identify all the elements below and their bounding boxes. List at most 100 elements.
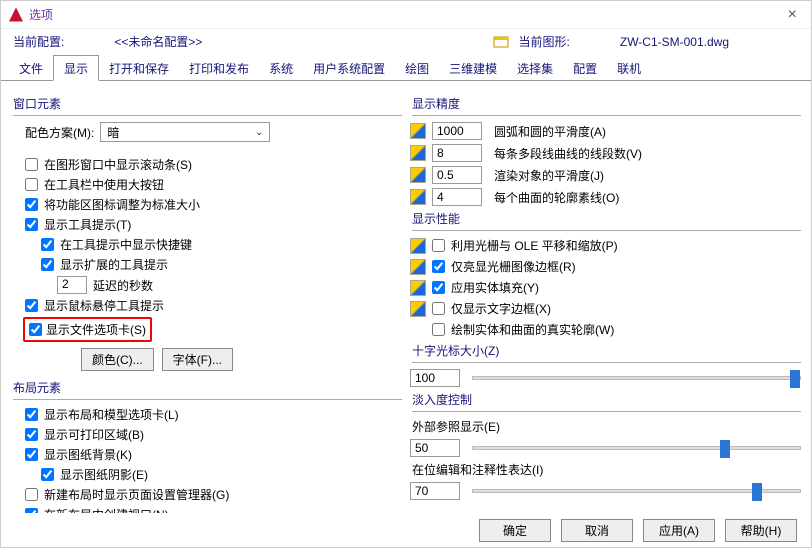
cb-shortcut-label: 在工具提示中显示快捷键 — [60, 236, 192, 253]
left-column: 窗口元素 配色方案(M): 暗 ⌄ 在图形窗口中显示滚动条(S) 在工具栏中使用… — [11, 91, 402, 526]
cb-silhouette-label: 绘制实体和曲面的真实轮廓(W) — [451, 321, 614, 338]
tab-profiles[interactable]: 配置 — [563, 56, 607, 80]
content-area: 窗口元素 配色方案(M): 暗 ⌄ 在图形窗口中显示滚动条(S) 在工具栏中使用… — [1, 81, 811, 536]
drawing-setting-icon — [410, 167, 426, 183]
arc-smooth-label: 圆弧和圆的平滑度(A) — [494, 123, 606, 140]
cb-layout[interactable] — [25, 408, 38, 421]
tab-3d[interactable]: 三维建模 — [439, 56, 507, 80]
cb-layout-label: 显示布局和模型选项卡(L) — [44, 406, 179, 423]
cb-panzoom-label: 利用光栅与 OLE 平移和缩放(P) — [451, 237, 618, 254]
contour-label: 每个曲面的轮廓素线(O) — [494, 189, 619, 206]
delay-label: 延迟的秒数 — [93, 277, 153, 294]
tab-online[interactable]: 联机 — [607, 56, 651, 80]
crosshair-slider[interactable] — [472, 376, 801, 380]
color-scheme-value: 暗 — [107, 124, 119, 141]
cb-printable-label: 显示可打印区域(B) — [44, 426, 144, 443]
drawing-setting-icon — [410, 301, 426, 317]
tab-user[interactable]: 用户系统配置 — [303, 56, 395, 80]
colors-button[interactable]: 颜色(C)... — [81, 348, 154, 371]
ok-button[interactable]: 确定 — [479, 519, 551, 542]
tab-system[interactable]: 系统 — [259, 56, 303, 80]
cb-paper-label: 显示图纸背景(K) — [44, 446, 132, 463]
xref-fade-label: 外部参照显示(E) — [412, 418, 801, 435]
drawing-setting-icon — [410, 238, 426, 254]
group-layout-elements: 布局元素 — [13, 379, 402, 400]
arc-smooth-input[interactable]: 1000 — [432, 122, 482, 140]
window-title: 选项 — [29, 6, 53, 23]
cb-filetabs[interactable] — [29, 323, 42, 336]
cb-exttips-label: 显示扩展的工具提示 — [60, 256, 168, 273]
titlebar: 选项 × — [1, 1, 811, 29]
cb-tooltips[interactable] — [25, 218, 38, 231]
cb-text-frame-label: 仅显示文字边框(X) — [451, 300, 551, 317]
color-scheme-label: 配色方案(M): — [25, 124, 94, 141]
drawing-setting-icon — [410, 189, 426, 205]
right-column: 显示精度 1000 圆弧和圆的平滑度(A) 8 每条多段线曲线的线段数(V) 0.5… — [410, 91, 801, 526]
close-icon[interactable]: × — [782, 4, 803, 26]
tab-files[interactable]: 文件 — [9, 56, 53, 80]
cb-shortcut[interactable] — [41, 238, 54, 251]
inplace-fade-input[interactable]: 70 — [410, 482, 460, 500]
cb-tooltips-label: 显示工具提示(T) — [44, 216, 131, 233]
tab-draft[interactable]: 绘图 — [395, 56, 439, 80]
contour-input[interactable]: 4 — [432, 188, 482, 206]
cb-filetabs-label: 显示文件选项卡(S) — [46, 321, 146, 338]
group-fade: 淡入度控制 — [412, 391, 801, 412]
cb-silhouette[interactable] — [432, 323, 445, 336]
cb-ribbonstd[interactable] — [25, 198, 38, 211]
drawing-setting-icon — [410, 123, 426, 139]
tab-plot[interactable]: 打印和发布 — [179, 56, 259, 80]
cb-raster-frame[interactable] — [432, 260, 445, 273]
group-display-perf: 显示性能 — [412, 210, 801, 231]
tab-strip: 文件 显示 打开和保存 打印和发布 系统 用户系统配置 绘图 三维建模 选择集 … — [1, 54, 811, 81]
polyline-seg-input[interactable]: 8 — [432, 144, 482, 162]
cb-exttips[interactable] — [41, 258, 54, 271]
cb-bigbtn[interactable] — [25, 178, 38, 191]
help-button[interactable]: 帮助(H) — [725, 519, 797, 542]
drawing-setting-icon — [410, 145, 426, 161]
color-scheme-combo[interactable]: 暗 ⌄ — [100, 122, 270, 142]
footer: 确定 取消 应用(A) 帮助(H) — [1, 513, 811, 547]
group-window-elements: 窗口元素 — [13, 95, 402, 116]
tab-select[interactable]: 选择集 — [507, 56, 563, 80]
drawing-setting-icon — [410, 259, 426, 275]
config-row: 当前配置: <<未命名配置>> 当前图形: ZW-C1-SM-001.dwg — [1, 29, 811, 54]
options-dialog: 选项 × 当前配置: <<未命名配置>> 当前图形: ZW-C1-SM-001.… — [0, 0, 812, 548]
cb-scrollbars-label: 在图形窗口中显示滚动条(S) — [44, 156, 192, 173]
cb-shadow[interactable] — [41, 468, 54, 481]
inplace-fade-label: 在位编辑和注释性表达(I) — [412, 461, 801, 478]
drawing-setting-icon — [410, 280, 426, 296]
cb-printable[interactable] — [25, 428, 38, 441]
xref-fade-input[interactable]: 50 — [410, 439, 460, 457]
chevron-down-icon: ⌄ — [255, 127, 269, 138]
current-config-value: <<未命名配置>> — [114, 33, 202, 50]
cb-paper[interactable] — [25, 448, 38, 461]
cb-panzoom[interactable] — [432, 239, 445, 252]
cb-raster-frame-label: 仅亮显光栅图像边框(R) — [451, 258, 576, 275]
tab-open-save[interactable]: 打开和保存 — [99, 56, 179, 80]
render-smooth-label: 渲染对象的平滑度(J) — [494, 167, 604, 184]
group-crosshair: 十字光标大小(Z) — [412, 342, 801, 363]
cancel-button[interactable]: 取消 — [561, 519, 633, 542]
inplace-fade-slider[interactable] — [472, 489, 801, 493]
tab-display[interactable]: 显示 — [53, 55, 99, 81]
render-smooth-input[interactable]: 0.5 — [432, 166, 482, 184]
cb-bigbtn-label: 在工具栏中使用大按钮 — [44, 176, 164, 193]
cb-hover[interactable] — [25, 299, 38, 312]
group-display-res: 显示精度 — [412, 95, 801, 116]
cb-pagesetup[interactable] — [25, 488, 38, 501]
current-drawing-label: 当前图形: — [519, 33, 570, 50]
polyline-seg-label: 每条多段线曲线的线段数(V) — [494, 145, 642, 162]
xref-fade-slider[interactable] — [472, 446, 801, 450]
cb-solidfill[interactable] — [432, 281, 445, 294]
cb-pagesetup-label: 新建布局时显示页面设置管理器(G) — [44, 486, 229, 503]
cb-hover-label: 显示鼠标悬停工具提示 — [44, 297, 164, 314]
cb-text-frame[interactable] — [432, 302, 445, 315]
fonts-button[interactable]: 字体(F)... — [162, 348, 233, 371]
crosshair-input[interactable]: 100 — [410, 369, 460, 387]
apply-button[interactable]: 应用(A) — [643, 519, 715, 542]
cb-ribbonstd-label: 将功能区图标调整为标准大小 — [44, 196, 200, 213]
drawing-icon — [493, 34, 509, 50]
cb-scrollbars[interactable] — [25, 158, 38, 171]
delay-input[interactable]: 2 — [57, 276, 87, 294]
